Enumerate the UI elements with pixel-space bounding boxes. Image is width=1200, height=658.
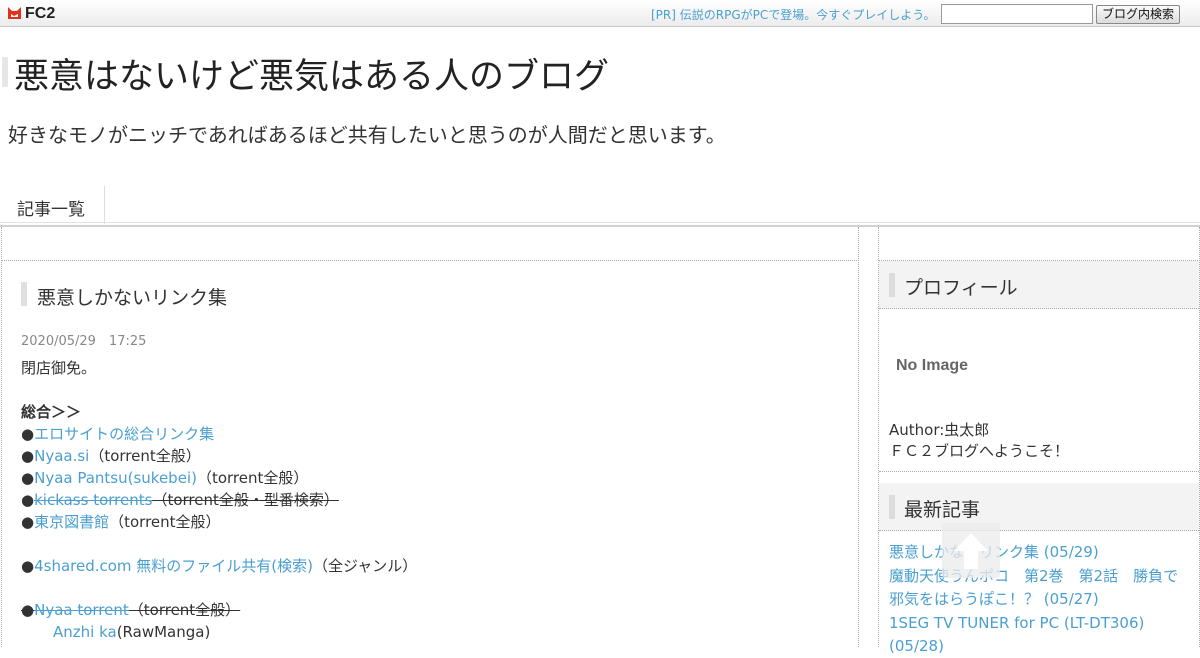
profile-welcome: ＦＣ２ブログへようこそ！ bbox=[889, 442, 1070, 460]
link-erosite-directory[interactable]: エロサイトの総合リンク集 bbox=[34, 425, 214, 443]
bullet: ● bbox=[21, 557, 35, 575]
main-column-top-rule bbox=[1, 260, 859, 261]
list-item: ●エロサイトの総合リンク集 bbox=[21, 423, 841, 445]
link-nyaa-pantsu[interactable]: Nyaa Pantsu(sukebei) bbox=[34, 469, 197, 487]
link-note: （torrent全般） bbox=[109, 513, 221, 531]
bullet: ● bbox=[21, 491, 35, 509]
nav-item-article-list[interactable]: 記事一覧 bbox=[0, 186, 105, 224]
entry-title[interactable]: 悪意しかないリンク集 bbox=[37, 283, 227, 310]
heading-accent bbox=[889, 495, 895, 519]
fc2-logo[interactable]: FC2 bbox=[6, 4, 55, 23]
profile-heading-label: プロフィール bbox=[904, 277, 1018, 299]
link-nyaa-torrent[interactable]: Nyaa torrent bbox=[34, 601, 129, 619]
blog-title[interactable]: 悪意はないけど悪気はある人のブログ bbox=[14, 48, 609, 99]
heading-accent bbox=[889, 273, 895, 297]
link-anzhi-ka[interactable]: Anzhi ka bbox=[53, 623, 117, 641]
bullet: ● bbox=[21, 425, 35, 443]
profile-divider bbox=[879, 471, 1199, 472]
profile-avatar-placeholder: No Image bbox=[896, 357, 969, 374]
list-item: ●東京図書館（torrent全般） bbox=[21, 511, 841, 533]
recent-heading: 最新記事 bbox=[879, 483, 1199, 531]
link-note: （torrent全般・型番検索） bbox=[152, 491, 339, 509]
link-tokyo-toshokan[interactable]: 東京図書館 bbox=[34, 513, 109, 531]
recent-heading-label: 最新記事 bbox=[904, 499, 981, 521]
nav-divider bbox=[0, 222, 1200, 223]
pr-ad-link[interactable]: [PR] 伝説のRPGがPCで登場。今すぐプレイしよう。 bbox=[651, 6, 936, 23]
blog-search-button[interactable]: ブログ内検索 bbox=[1096, 5, 1180, 24]
fc2-logo-text: FC2 bbox=[25, 4, 56, 22]
blog-search-input[interactable] bbox=[941, 4, 1093, 24]
list-item: ●Nyaa torrent（torrent全般） bbox=[21, 599, 841, 621]
list-item: ●4shared.com 無料のファイル共有(検索)（全ジャンル） bbox=[21, 555, 841, 577]
global-nav: 記事一覧 bbox=[0, 186, 1200, 226]
recent-entry: 魔動天使うんポコ 第2巻 第2話 勝負で邪気をはらうぽこ！？ (05/27) bbox=[889, 565, 1189, 611]
profile-info: Author:虫太郎 ＦＣ２ブログへようこそ！ bbox=[889, 420, 1069, 462]
fc2-fox-icon bbox=[8, 7, 21, 19]
bullet: ● bbox=[21, 469, 35, 487]
entry-title-accent bbox=[21, 282, 27, 306]
blog-description: 好きなモノがニッチであればあるほど共有したいと思うのが人間だと思います。 bbox=[8, 123, 726, 147]
arrow-up-icon bbox=[954, 533, 988, 569]
list-item: ●Nyaa Pantsu(sukebei)（torrent全般） bbox=[21, 467, 841, 489]
entry-date: 2020/05/29 17:25 bbox=[21, 334, 147, 349]
link-note: （torrent全般） bbox=[196, 469, 309, 487]
list-item: ●kickass torrents（torrent全般・型番検索） bbox=[21, 489, 841, 511]
list-item: ●Nyaa.si（torrent全般） bbox=[21, 445, 841, 467]
fc2-header-bar: FC2 [PR] 伝説のRPGがPCで登場。今すぐプレイしよう。 ブログ内検索 bbox=[0, 0, 1200, 27]
link-nyaa-si[interactable]: Nyaa.si bbox=[34, 447, 89, 465]
entry-body: 閉店御免。 総合＞＞ ●エロサイトの総合リンク集 ●Nyaa.si（torren… bbox=[21, 357, 841, 643]
bullet: ● bbox=[21, 601, 35, 619]
recent-entry: 悪意しかないリンク集 (05/29) bbox=[889, 541, 1189, 564]
bullet: ● bbox=[21, 447, 35, 465]
section-heading: 総合＞＞ bbox=[21, 403, 82, 421]
link-note: （torrent全般） bbox=[128, 601, 241, 619]
recent-entry-link[interactable]: 魔動天使うんポコ 第2巻 第2話 勝負で邪気をはらうぽこ！？ (05/27) bbox=[889, 567, 1178, 608]
bullet: ● bbox=[21, 513, 35, 531]
link-note: （torrent全般） bbox=[89, 447, 201, 465]
profile-author: Author:虫太郎 bbox=[889, 421, 990, 439]
recent-entry-link[interactable]: 1SEG TV TUNER for PC (LT-DT306) (05/28) bbox=[889, 614, 1144, 655]
recent-entry: 1SEG TV TUNER for PC (LT-DT306) (05/28) bbox=[889, 612, 1189, 658]
link-note: (RawManga) bbox=[116, 623, 211, 641]
list-item: Anzhi ka(RawManga) bbox=[21, 621, 841, 643]
recent-entries-list: 悪意しかないリンク集 (05/29) 魔動天使うんポコ 第2巻 第2話 勝負で邪… bbox=[889, 541, 1189, 658]
link-note: （全ジャンル） bbox=[313, 557, 418, 575]
title-accent-bar bbox=[2, 57, 8, 87]
scroll-to-top-button[interactable] bbox=[942, 523, 1000, 578]
link-kickass-torrents[interactable]: kickass torrents bbox=[34, 491, 152, 509]
profile-heading: プロフィール bbox=[879, 261, 1199, 309]
entry-intro: 閉店御免。 bbox=[21, 359, 97, 377]
link-4shared[interactable]: 4shared.com 無料のファイル共有(検索) bbox=[34, 557, 313, 575]
